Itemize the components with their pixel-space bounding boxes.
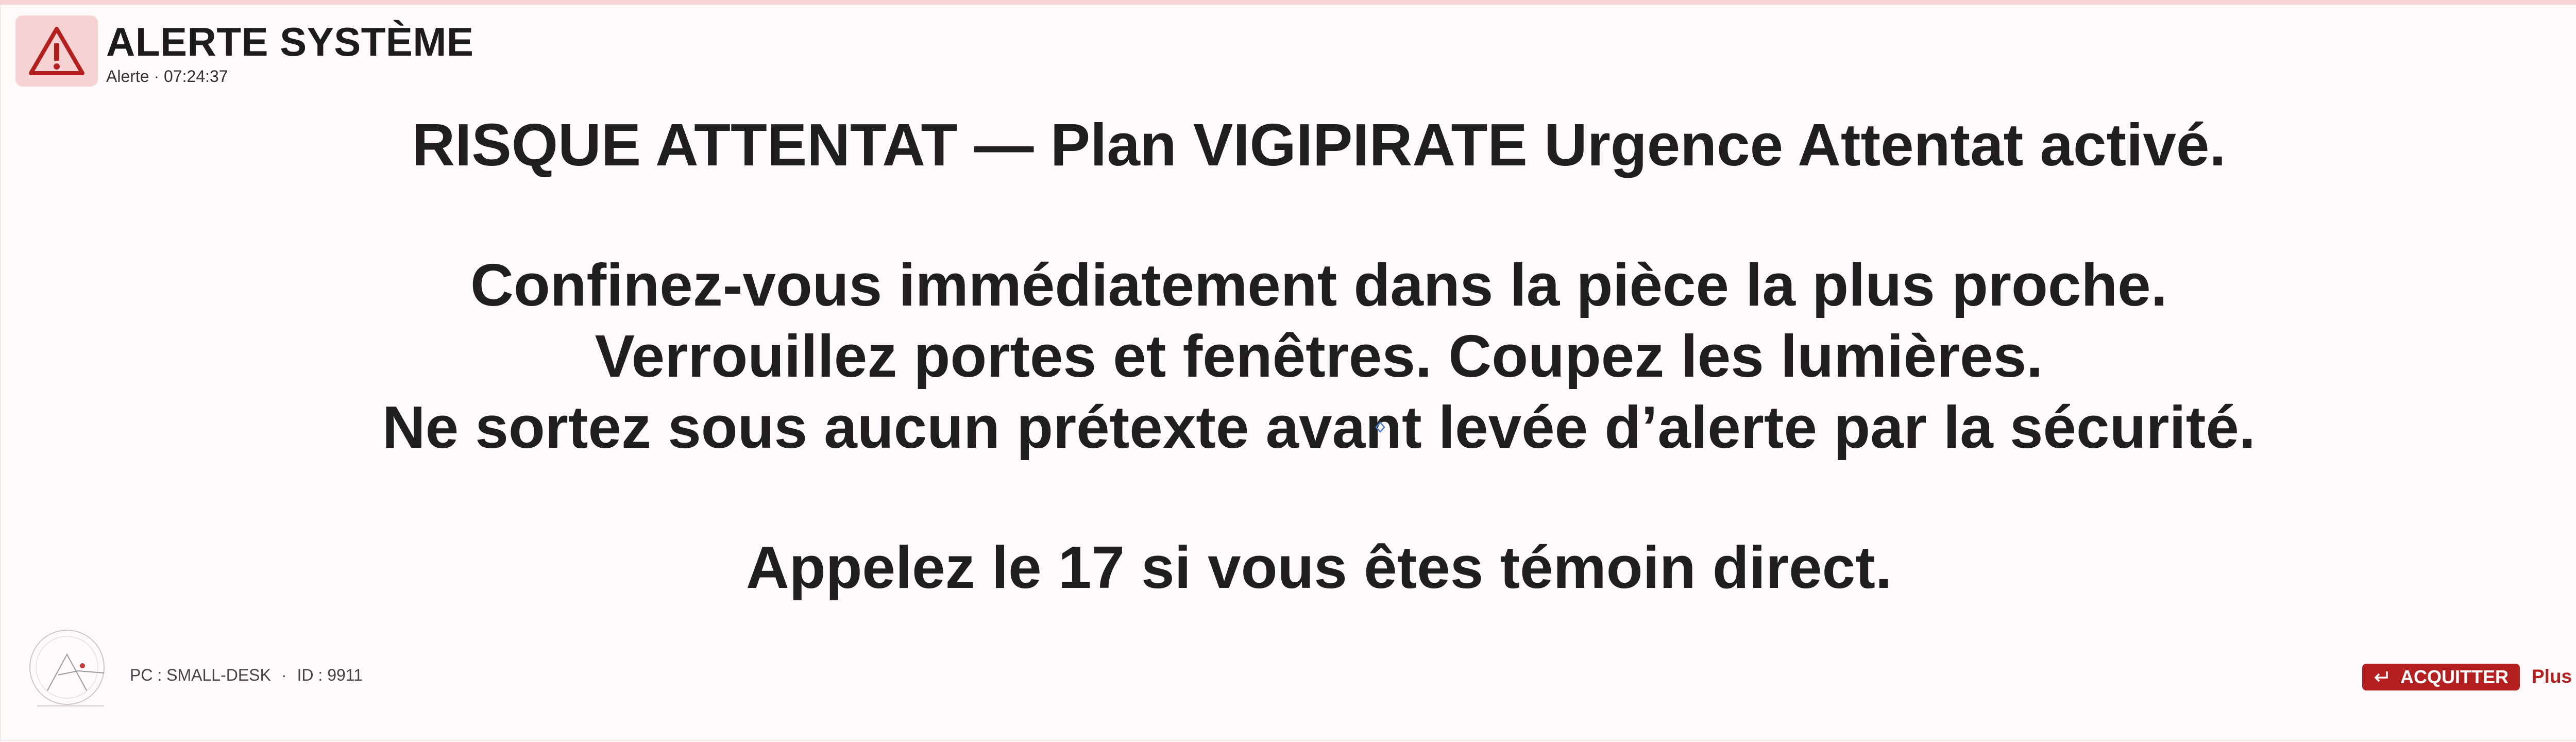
seal-logo-icon: [27, 623, 114, 711]
cursor-icon: [1375, 421, 1385, 433]
alert-subtitle: Alerte · 07:24:37: [106, 67, 228, 86]
acknowledge-label[interactable]: ACQUITTER: [2400, 666, 2509, 688]
alert-message: RISQUE ATTENTAT — Plan VIGIPIRATE Urgenc…: [0, 103, 2576, 603]
alert-title: ALERTE SYSTÈME: [106, 19, 474, 64]
pc-label: PC : SMALL-DESK: [130, 666, 271, 684]
separator: ·: [281, 666, 287, 684]
device-info: PC : SMALL-DESK · ID : 9911: [130, 665, 363, 685]
alert-icon-container: [15, 15, 98, 87]
acknowledge-button[interactable]: ACQUITTER: [2362, 664, 2520, 690]
alert-headline: RISQUE ATTENTAT — Plan VIGIPIRATE Urgenc…: [412, 111, 2226, 178]
top-accent-bar: [0, 0, 2576, 5]
enter-key-icon: [2374, 671, 2388, 682]
warning-triangle-icon: [29, 27, 84, 75]
id-label: ID : 9911: [297, 666, 363, 684]
later-link[interactable]: Plus tard: [2532, 665, 2576, 688]
instruction-line: Verrouillez portes et fenêtres. Coupez l…: [595, 323, 2043, 390]
call-to-action: Appelez le 17 si vous êtes témoin direct…: [745, 534, 1892, 601]
instruction-line: Confinez-vous immédiatement dans la pièc…: [470, 251, 2167, 318]
instruction-line: Ne sortez sous aucun prétexte avant levé…: [382, 394, 2256, 461]
